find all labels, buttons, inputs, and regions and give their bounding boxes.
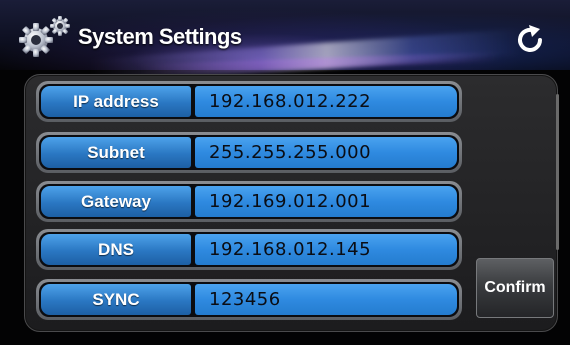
- panel-scroll-divider: [556, 94, 559, 250]
- field-row-inner: IP address 192.168.012.222: [39, 84, 459, 119]
- refresh-icon[interactable]: [512, 22, 548, 58]
- field-label-gateway: Gateway: [41, 186, 191, 217]
- field-row-sync: SYNC 123456: [36, 279, 462, 320]
- field-row-inner: DNS 192.168.012.145: [39, 232, 459, 267]
- field-row-subnet: Subnet 255.255.255.000: [36, 132, 462, 173]
- dns-input[interactable]: 192.168.012.145: [195, 234, 457, 265]
- page-title: System Settings: [78, 24, 242, 49]
- field-row-ip-address: IP address 192.168.012.222: [36, 81, 462, 122]
- field-row-dns: DNS 192.168.012.145: [36, 229, 462, 270]
- field-row-inner: SYNC 123456: [39, 282, 459, 317]
- field-row-gateway: Gateway 192.169.012.001: [36, 181, 462, 222]
- field-label-subnet: Subnet: [41, 137, 191, 168]
- gear-icon: [19, 16, 70, 57]
- subnet-input[interactable]: 255.255.255.000: [195, 137, 457, 168]
- field-label-ip-address: IP address: [41, 86, 191, 117]
- header-bar: System Settings: [0, 0, 570, 86]
- settings-screen: System Settings IP address 192.168.012.2…: [0, 0, 570, 345]
- sync-input[interactable]: 123456: [195, 284, 457, 315]
- ip-address-input[interactable]: 192.168.012.222: [195, 86, 457, 117]
- confirm-button[interactable]: Confirm: [476, 258, 554, 318]
- gateway-input[interactable]: 192.169.012.001: [195, 186, 457, 217]
- field-row-inner: Subnet 255.255.255.000: [39, 135, 459, 170]
- field-label-dns: DNS: [41, 234, 191, 265]
- field-label-sync: SYNC: [41, 284, 191, 315]
- field-row-inner: Gateway 192.169.012.001: [39, 184, 459, 219]
